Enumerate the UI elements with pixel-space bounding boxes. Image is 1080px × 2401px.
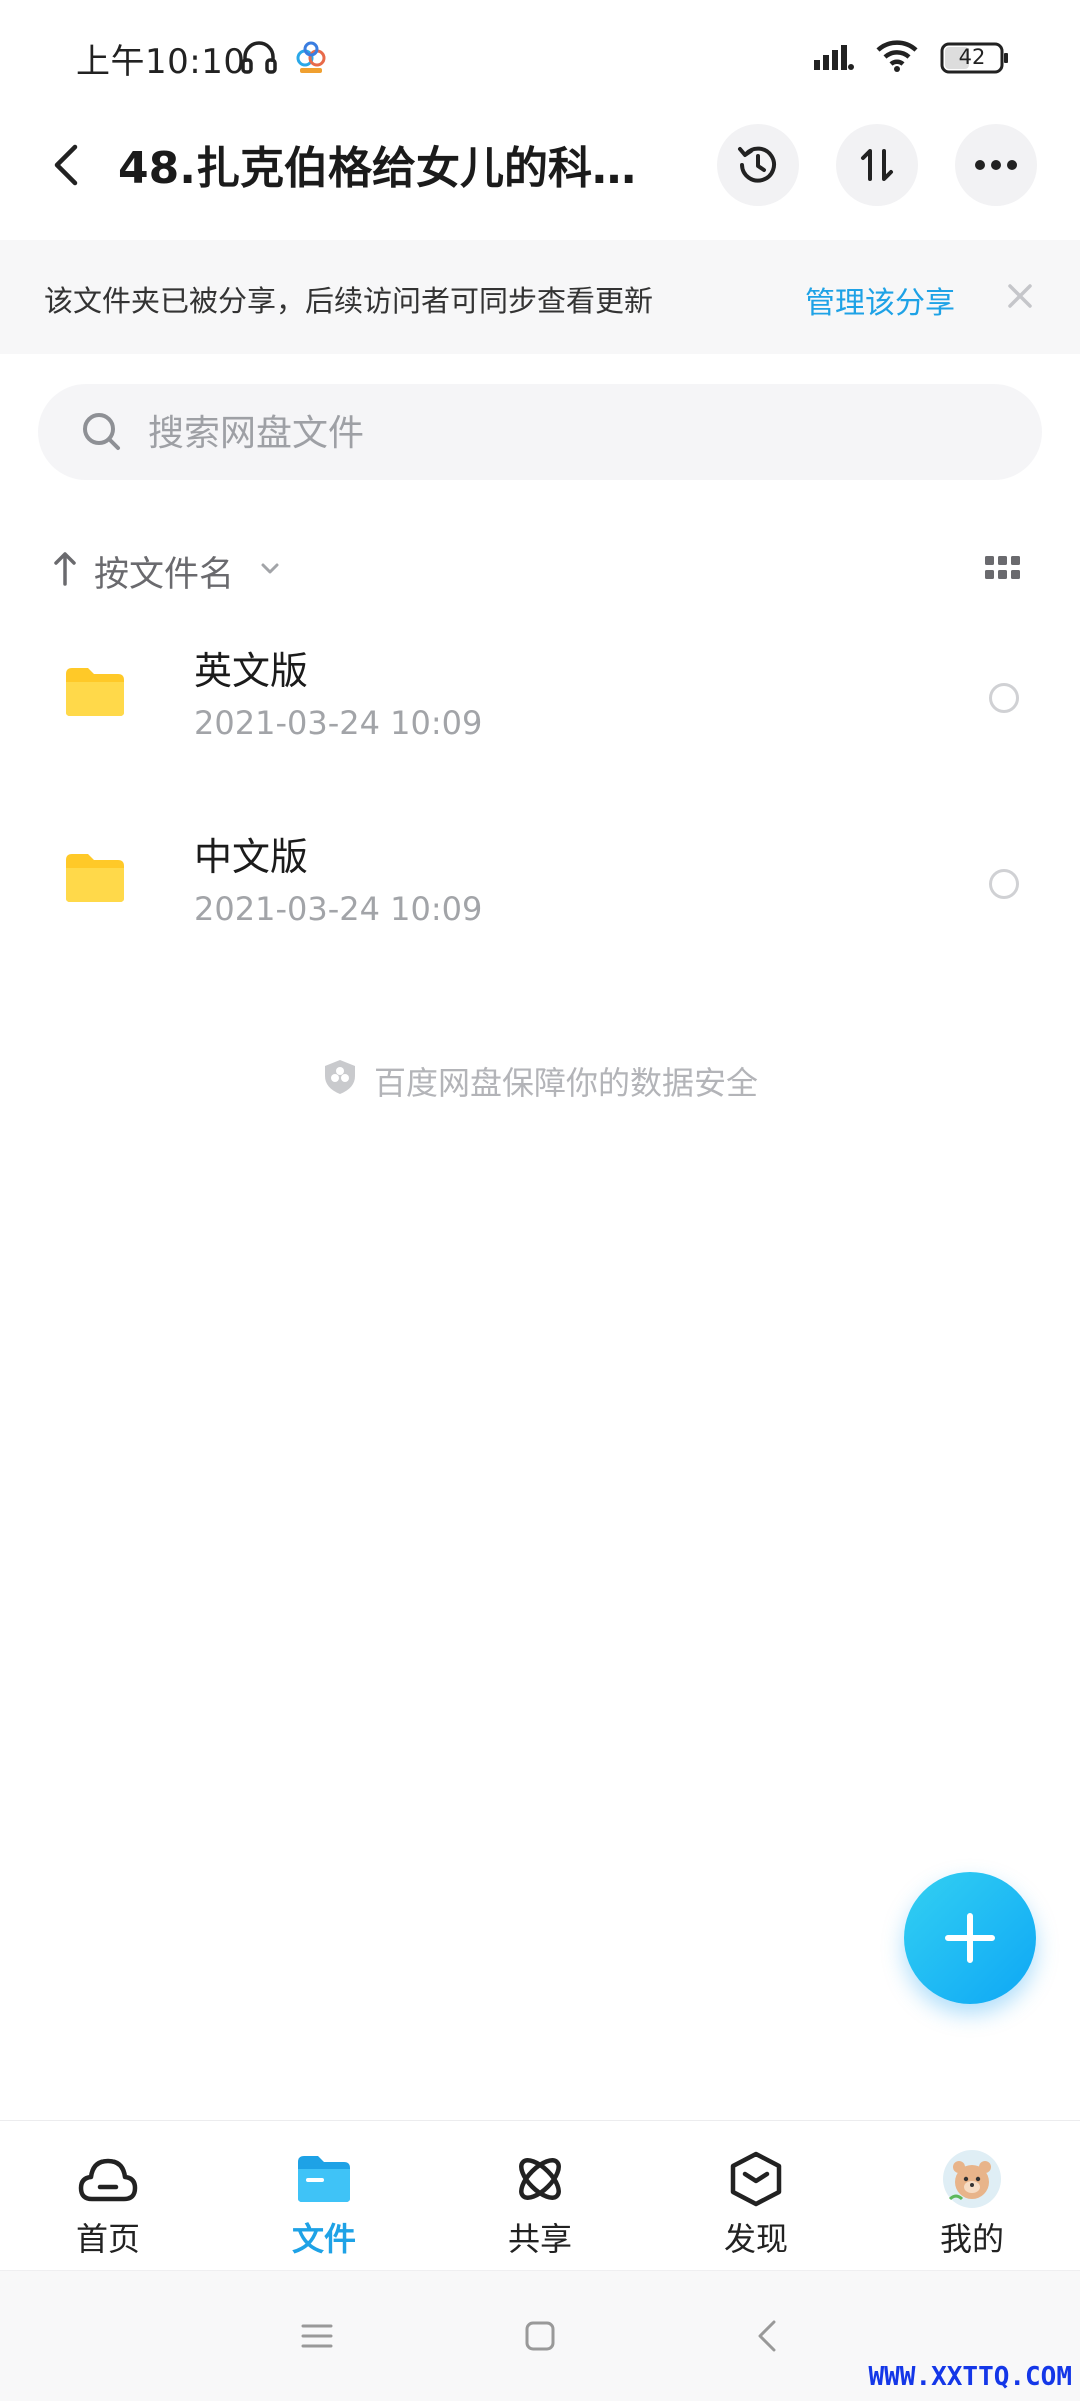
banner-close-button[interactable] (998, 274, 1042, 318)
plus-icon (945, 1913, 995, 1963)
search-input[interactable] (146, 398, 1010, 468)
file-name: 英文版 (194, 649, 309, 693)
watermark: WWW.XXTTQ.COM (868, 2362, 1073, 2392)
nav-item-share[interactable]: 共享 (470, 2150, 610, 2260)
more-button[interactable] (955, 124, 1037, 206)
nav-item-me[interactable]: 我的 (902, 2150, 1042, 2260)
app-notification-icon (292, 38, 330, 80)
signal-icon (814, 42, 854, 74)
nav-label: 首页 (75, 2220, 140, 2258)
search-icon (78, 408, 126, 456)
menu-icon[interactable] (297, 2316, 337, 2356)
sort-direction-icon[interactable] (50, 548, 80, 588)
security-note: 百度网盘保障你的数据安全 (0, 1058, 1080, 1104)
manage-share-link[interactable]: 管理该分享 (805, 278, 955, 322)
shield-icon (322, 1058, 358, 1104)
box-icon (726, 2150, 786, 2208)
transfer-arrows-icon (861, 149, 893, 181)
back-button[interactable] (44, 130, 88, 200)
security-note-text: 百度网盘保障你的数据安全 (373, 1064, 758, 1102)
history-button[interactable] (717, 124, 799, 206)
battery-level: 42 (958, 45, 986, 69)
nav-label: 共享 (507, 2220, 572, 2258)
close-icon (1008, 284, 1032, 308)
folder-icon (294, 2150, 354, 2208)
file-date: 2021-03-24 10:09 (194, 704, 483, 742)
file-date: 2021-03-24 10:09 (194, 890, 483, 928)
nav-label: 我的 (939, 2220, 1004, 2258)
file-row[interactable] (0, 790, 1080, 976)
folder-icon (64, 666, 126, 718)
wifi-icon (876, 40, 918, 76)
select-radio[interactable] (989, 869, 1019, 899)
more-dots-icon (975, 160, 1017, 170)
history-icon (738, 146, 776, 183)
add-button[interactable] (904, 1872, 1036, 2004)
status-icons: 42 (814, 40, 1010, 76)
nav-item-home[interactable]: 首页 (38, 2150, 178, 2260)
share-banner-text: 该文件夹已被分享，后续访问者可同步查看更新 (44, 284, 654, 318)
cloud-icon (78, 2150, 138, 2208)
nav-item-discover[interactable]: 发现 (686, 2150, 826, 2260)
sort-label[interactable]: 按文件名 (94, 546, 234, 597)
battery-icon: 42 (940, 42, 1010, 74)
grid-view-icon[interactable] (985, 554, 1021, 584)
status-time: 上午10:10 (76, 42, 246, 82)
file-name: 中文版 (194, 835, 309, 879)
atom-icon (510, 2150, 570, 2208)
nav-label: 发现 (723, 2220, 788, 2258)
avatar-icon (942, 2150, 1002, 2208)
file-row[interactable] (0, 604, 1080, 790)
system-back-icon[interactable] (748, 2316, 788, 2356)
page-title: 48.扎克伯格给女儿的科... (118, 143, 638, 194)
folder-icon (64, 852, 126, 904)
transfer-button[interactable] (836, 124, 918, 206)
headset-icon (240, 38, 278, 80)
nav-label: 文件 (291, 2220, 356, 2258)
chevron-down-icon[interactable] (258, 556, 282, 580)
nav-item-files[interactable]: 文件 (254, 2150, 394, 2260)
select-radio[interactable] (989, 683, 1019, 713)
home-square-icon[interactable] (520, 2316, 560, 2356)
chevron-left-icon (54, 144, 78, 186)
